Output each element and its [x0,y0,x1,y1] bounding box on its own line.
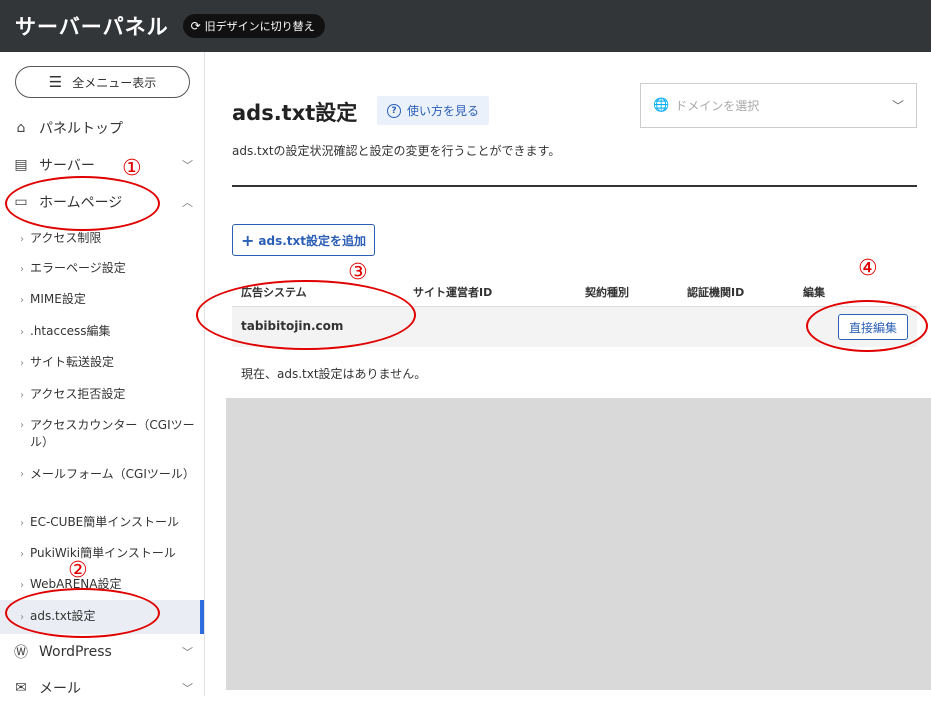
chevron-down-icon: ﹀ [182,159,193,172]
sidebar-item-server[interactable]: ▤ サーバー ﹀ [0,148,205,182]
sidebar-subitem[interactable]: › エラーページ設定 [20,260,198,278]
sidebar-subitem-ads-txt[interactable]: › ads.txt設定 [20,608,198,626]
chevron-right-icon: › [20,358,24,369]
column-header-contract-type: 契約種別 [585,286,629,299]
sidebar-subitem[interactable]: › WebARENA設定 [20,576,198,594]
column-header-ad-system: 広告システム [241,286,307,299]
chevron-right-icon: › [20,390,24,401]
sidebar-subitem[interactable]: › .htaccess編集 [20,323,198,341]
page-description: ads.txtの設定状況確認と設定の変更を行うことができます。 [232,144,561,158]
server-icon: ▤ [14,157,28,173]
server-label: サーバー [39,158,95,174]
chevron-right-icon: › [20,549,24,560]
sidebar-item-mail[interactable]: ✉ メール ﹀ [0,671,205,705]
chevron-up-icon: ︿ [182,196,193,209]
wordpress-icon: Ⓦ [14,645,28,661]
sidebar-item-panel-top[interactable]: ⌂ パネルトップ [0,111,205,145]
column-header-cert-id: 認証機関ID [687,286,745,299]
mail-label: メール [39,681,81,697]
chevron-right-icon: › [20,295,24,306]
sidebar-subitem[interactable]: › サイト転送設定 [20,354,198,372]
sidebar-item-homepage[interactable]: ▭ ホームページ ︿ [0,185,205,219]
direct-edit-button[interactable]: 直接編集 [838,314,908,340]
sidebar-subitem[interactable]: › EC-CUBE簡単インストール [20,514,198,532]
wordpress-label: WordPress [39,644,112,660]
domain-name: tabibitojin.com [241,319,344,333]
divider [232,185,917,187]
window-icon: ▭ [14,194,28,210]
chevron-right-icon: › [20,469,24,480]
globe-icon: 🌐 [653,98,670,113]
all-menu-button[interactable]: ☰ 全メニュー表示 [15,66,190,98]
plus-icon: + [241,230,255,250]
chevron-right-icon: › [20,518,24,529]
main-content: ads.txt設定 ? 使い方を見る 🌐 ドメインを選択 ﹀ ads.txtの設… [205,52,931,696]
howto-button[interactable]: ? 使い方を見る [377,96,490,125]
sidebar-subitem[interactable]: › MIME設定 [20,291,198,309]
all-menu-label: 全メニュー表示 [72,75,157,90]
page-title: ads.txt設定 [232,101,358,125]
chevron-right-icon: › [20,234,24,245]
old-design-toggle[interactable]: ⟳ 旧デザインに切り替え [182,14,325,38]
homepage-label: ホームページ [39,195,123,211]
chevron-right-icon: › [20,612,24,623]
chevron-down-icon: ﹀ [182,646,193,659]
empty-message: 現在、ads.txt設定はありません。 [241,367,427,381]
sidebar-subitem[interactable]: › アクセスカウンター（CGIツール） [20,417,198,451]
chevron-right-icon: › [20,327,24,338]
sidebar-subitem[interactable]: › アクセス拒否設定 [20,386,198,404]
question-icon: ? [387,103,401,118]
sidebar-subitem[interactable]: › アクセス制限 [20,230,198,248]
old-design-label: 旧デザインに切り替え [204,20,315,33]
home-icon: ⌂ [16,120,26,136]
hamburger-icon: ☰ [48,73,63,91]
panel-top-label: パネルトップ [39,121,123,137]
howto-label: 使い方を見る [407,104,480,118]
refresh-icon: ⟳ [190,19,201,33]
redacted-area [226,398,931,690]
chevron-right-icon: › [20,420,24,431]
sidebar-item-wordpress[interactable]: Ⓦ WordPress ﹀ [0,635,205,669]
column-header-edit: 編集 [803,286,825,299]
add-ads-txt-button[interactable]: + ads.txt設定を追加 [232,224,376,256]
domain-placeholder: ドメインを選択 [675,99,760,113]
mail-icon: ✉ [15,680,27,696]
column-header-publisher-id: サイト運営者ID [413,286,493,299]
sidebar: ☰ 全メニュー表示 ⌂ パネルトップ ▤ サーバー ﹀ ▭ ホームページ ︿ ›… [0,52,205,697]
sidebar-subitem[interactable]: › メールフォーム（CGIツール） [20,466,198,483]
chevron-right-icon: › [20,580,24,591]
top-bar: サーバーパネル ⟳ 旧デザインに切り替え [0,0,931,52]
app-title: サーバーパネル [15,15,169,39]
domain-select[interactable]: 🌐 ドメインを選択 ﹀ [640,83,917,128]
chevron-right-icon: › [20,264,24,275]
chevron-down-icon: ﹀ [182,682,193,695]
chevron-down-icon: ﹀ [891,99,904,113]
sidebar-subitem[interactable]: › PukiWiki簡単インストール [20,545,198,563]
add-ads-txt-label: ads.txt設定を追加 [258,233,367,248]
